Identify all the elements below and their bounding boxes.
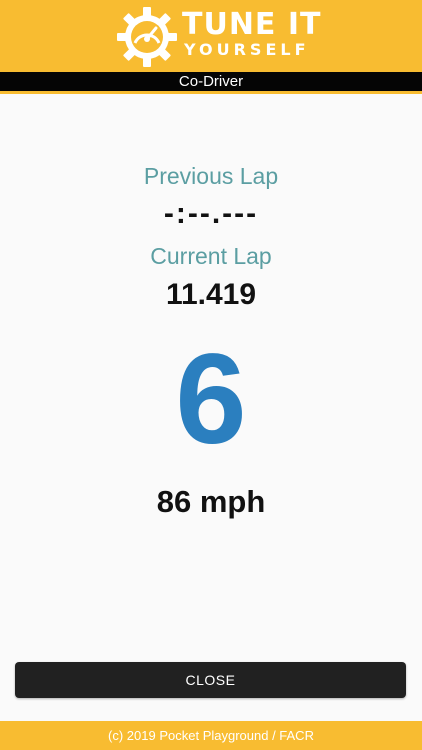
brand-title: TUNE IT [182,7,322,42]
gear-indicator: 6 [175,328,247,471]
title-bar-underline [0,91,422,94]
speed-readout: 86 mph [156,484,266,519]
previous-lap-time: -:--.--- [163,197,259,230]
app-header: TUNE IT YOURSELF [0,0,422,72]
brand-subtitle: YOURSELF [184,40,310,59]
footer-copyright: (c) 2019 Pocket Playground / FACR [0,721,422,750]
previous-lap-label: Previous Lap [143,163,279,189]
current-lap-time: 11.419 [165,278,257,311]
close-button[interactable]: CLOSE [15,662,406,698]
current-lap-label: Current Lap [150,243,272,269]
screen-title-bar: Co-Driver [0,72,422,91]
gear-speedometer-icon [117,7,177,67]
